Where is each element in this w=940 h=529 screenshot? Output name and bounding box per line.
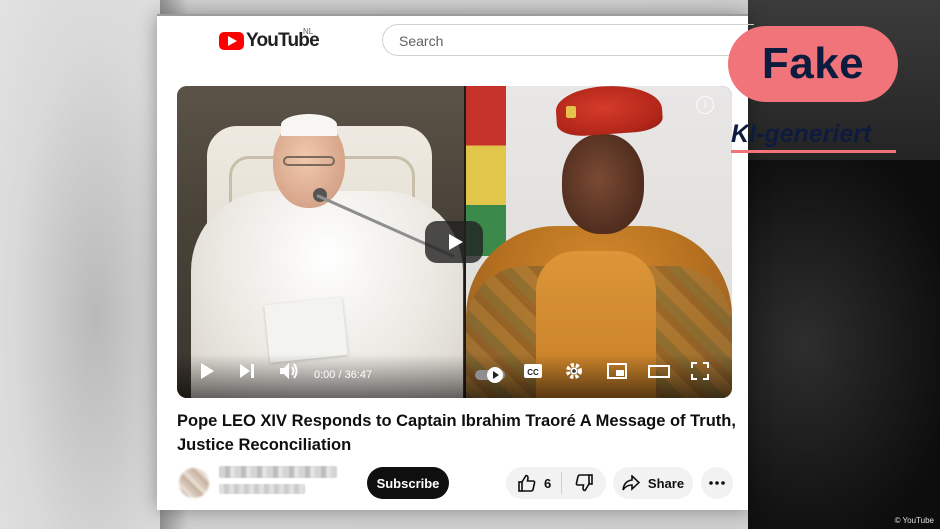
youtube-screenshot: YouTube NL i 0:00 — [157, 14, 754, 510]
next-icon[interactable] — [239, 362, 255, 380]
more-actions-button[interactable] — [701, 467, 733, 499]
share-button[interactable]: Share — [613, 467, 693, 499]
play-icon[interactable] — [199, 362, 215, 380]
dislike-icon — [575, 474, 593, 492]
search-input[interactable] — [397, 32, 741, 50]
theater-icon[interactable] — [648, 362, 670, 380]
pope-image — [177, 86, 466, 398]
channel-avatar[interactable] — [179, 468, 209, 498]
autoplay-toggle[interactable] — [475, 367, 507, 383]
youtube-logo[interactable]: YouTube NL — [219, 27, 320, 52]
fake-label: Fake — [761, 39, 865, 88]
channel-name-blurred[interactable] — [219, 466, 337, 478]
like-dislike-group: 6 — [506, 467, 606, 499]
cc-icon[interactable]: CC — [523, 362, 543, 380]
region-code: NL — [303, 27, 314, 36]
share-icon — [622, 475, 640, 491]
ai-generated-label: KI-generiert — [731, 120, 872, 148]
subscriber-count-blurred — [219, 484, 305, 494]
dislike-button[interactable] — [562, 467, 606, 499]
ai-label-underline — [731, 150, 896, 153]
like-icon — [518, 474, 536, 492]
big-play-button[interactable] — [425, 221, 483, 263]
like-count: 6 — [544, 475, 552, 491]
settings-icon[interactable] — [565, 362, 583, 380]
share-label: Share — [647, 475, 685, 491]
video-title[interactable]: Pope LEO XIV Responds to Captain Ibrahim… — [177, 409, 737, 457]
subscribe-button[interactable]: Subscribe — [367, 467, 449, 499]
top-border — [157, 14, 748, 16]
fake-badge: Fake — [728, 26, 898, 102]
info-icon[interactable]: i — [696, 96, 714, 114]
like-button[interactable]: 6 — [506, 467, 561, 499]
svg-text:CC: CC — [527, 368, 539, 377]
youtube-play-icon — [219, 32, 244, 50]
search-box[interactable] — [382, 24, 754, 56]
fullscreen-icon[interactable] — [691, 362, 709, 380]
soldier-image — [466, 86, 732, 398]
more-icon — [709, 481, 725, 485]
miniplayer-icon[interactable] — [607, 362, 627, 380]
image-credit: © YouTube — [894, 516, 934, 525]
video-player[interactable]: i 0:00 / 36:47 CC — [177, 86, 732, 398]
volume-icon[interactable] — [279, 362, 299, 380]
time-display: 0:00 / 36:47 — [314, 369, 373, 381]
